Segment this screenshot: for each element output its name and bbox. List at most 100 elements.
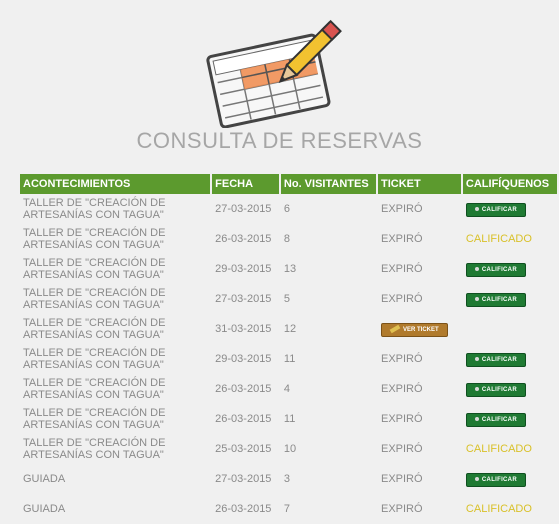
table-row: GUIADA 27-03-2015 3 EXPIRÓ CALIFICAR [20, 464, 557, 494]
spreadsheet-with-pencil-icon [206, 19, 342, 128]
rate-button[interactable]: CALIFICAR [465, 382, 526, 397]
rated-status: CALIFICADO [465, 503, 532, 515]
event-cell: GUIADA [23, 473, 66, 485]
rating-cell: CALIFICAR [463, 254, 557, 284]
visitors-cell: 7 [283, 503, 291, 515]
date-cell: 27-03-2015 [215, 293, 272, 305]
visitors-cell: 5 [283, 293, 291, 305]
event-cell: TALLER DE "CREACIÓN DE ARTESANÍAS CON TA… [23, 377, 166, 401]
ticket-status: EXPIRÓ [380, 233, 423, 245]
rate-button[interactable]: CALIFICAR [465, 202, 526, 217]
view-ticket-label: VER TICKET [402, 326, 439, 333]
visitors-cell: 8 [283, 233, 291, 245]
rating-cell: CALIFICAR [463, 344, 557, 374]
ticket-status: EXPIRÓ [380, 263, 423, 275]
date-cell: 31-03-2015 [215, 323, 272, 335]
rating-cell: CALIFICAR [463, 404, 557, 434]
event-cell: TALLER DE "CREACIÓN DE ARTESANÍAS CON TA… [23, 317, 166, 341]
table-row: GUIADA 26-03-2015 7 EXPIRÓ CALIFICADO [20, 494, 557, 524]
table-row: TALLER DE "CREACIÓN DE ARTESANÍAS CON TA… [20, 194, 557, 224]
event-cell: TALLER DE "CREACIÓN DE ARTESANÍAS CON TA… [23, 347, 166, 371]
event-cell: GUIADA [23, 503, 66, 515]
rated-status: CALIFICADO [465, 443, 532, 455]
rating-cell: CALIFICADO [463, 434, 557, 464]
rate-button-label: CALIFICAR [481, 296, 517, 303]
visitors-cell: 3 [283, 473, 291, 485]
rate-button[interactable]: CALIFICAR [465, 262, 526, 277]
rate-button[interactable]: CALIFICAR [465, 472, 526, 487]
rating-cell: CALIFICAR [463, 284, 557, 314]
page: CONSULTA DE RESERVAS ACONTECIMIENTOS FEC… [0, 0, 559, 515]
rate-button-label: CALIFICAR [481, 386, 517, 393]
visitors-cell: 10 [283, 443, 297, 455]
event-cell: TALLER DE "CREACIÓN DE ARTESANÍAS CON TA… [23, 287, 166, 311]
ticket-status: EXPIRÓ [380, 503, 423, 515]
event-cell: TALLER DE "CREACIÓN DE ARTESANÍAS CON TA… [23, 227, 166, 251]
ticket-cell: EXPIRÓ [378, 344, 461, 374]
ticket-cell: VER TICKET [378, 314, 461, 344]
rated-status: CALIFICADO [465, 233, 532, 245]
table-row: TALLER DE "CREACIÓN DE ARTESANÍAS CON TA… [20, 344, 557, 374]
ticket-cell: EXPIRÓ [378, 284, 461, 314]
table-row: TALLER DE "CREACIÓN DE ARTESANÍAS CON TA… [20, 434, 557, 464]
date-cell: 26-03-2015 [215, 233, 272, 245]
ticket-status: EXPIRÓ [380, 443, 423, 455]
rate-dot-icon [474, 296, 479, 301]
ticket-cell: EXPIRÓ [378, 494, 461, 524]
rate-button[interactable]: CALIFICAR [465, 292, 526, 307]
ticket-cell: EXPIRÓ [378, 194, 461, 224]
ticket-cell: EXPIRÓ [378, 374, 461, 404]
reservations-table: ACONTECIMIENTOS FECHA No. VISITANTES TIC… [18, 174, 559, 524]
visitors-cell: 12 [283, 323, 297, 335]
date-cell: 26-03-2015 [215, 413, 272, 425]
ticket-cell: EXPIRÓ [378, 434, 461, 464]
column-header-visitors: No. VISITANTES [280, 174, 376, 194]
rate-button[interactable]: CALIFICAR [465, 412, 526, 427]
rating-cell: CALIFICADO [463, 224, 557, 254]
ticket-status: EXPIRÓ [380, 473, 423, 485]
event-cell: TALLER DE "CREACIÓN DE ARTESANÍAS CON TA… [23, 257, 166, 281]
date-cell: 26-03-2015 [215, 503, 272, 515]
rate-button[interactable]: CALIFICAR [465, 352, 526, 367]
table-row: TALLER DE "CREACIÓN DE ARTESANÍAS CON TA… [20, 314, 557, 344]
table-row: TALLER DE "CREACIÓN DE ARTESANÍAS CON TA… [20, 284, 557, 314]
pencil-icon [389, 324, 401, 334]
rate-button-label: CALIFICAR [481, 206, 517, 213]
rate-dot-icon [474, 206, 479, 211]
view-ticket-button[interactable]: VER TICKET [380, 322, 448, 337]
date-cell: 29-03-2015 [215, 353, 272, 365]
date-cell: 27-03-2015 [215, 473, 272, 485]
date-cell: 29-03-2015 [215, 263, 272, 275]
rating-cell: CALIFICADO [463, 494, 557, 524]
rate-button-label: CALIFICAR [481, 476, 517, 483]
visitors-cell: 11 [283, 413, 296, 425]
visitors-cell: 13 [283, 263, 297, 275]
column-header-ticket: TICKET [377, 174, 461, 194]
ticket-status: EXPIRÓ [380, 293, 423, 305]
visitors-cell: 4 [283, 383, 291, 395]
date-cell: 27-03-2015 [215, 203, 272, 215]
ticket-status: EXPIRÓ [380, 203, 423, 215]
column-header-date: FECHA [212, 174, 279, 194]
rate-dot-icon [474, 356, 479, 361]
ticket-cell: EXPIRÓ [378, 224, 461, 254]
visitors-cell: 6 [283, 203, 291, 215]
table-row: TALLER DE "CREACIÓN DE ARTESANÍAS CON TA… [20, 404, 557, 434]
rate-button-label: CALIFICAR [481, 266, 517, 273]
ticket-status: EXPIRÓ [380, 413, 423, 425]
table-row: TALLER DE "CREACIÓN DE ARTESANÍAS CON TA… [20, 254, 557, 284]
ticket-status: EXPIRÓ [380, 353, 423, 365]
ticket-cell: EXPIRÓ [378, 404, 461, 434]
rate-dot-icon [474, 416, 479, 421]
ticket-cell: EXPIRÓ [378, 464, 461, 494]
table-row: TALLER DE "CREACIÓN DE ARTESANÍAS CON TA… [20, 224, 557, 254]
event-cell: TALLER DE "CREACIÓN DE ARTESANÍAS CON TA… [23, 197, 166, 221]
date-cell: 26-03-2015 [215, 383, 272, 395]
column-header-rating: CALIFÍQUENOS [462, 174, 557, 194]
rating-cell: CALIFICAR [463, 464, 557, 494]
rate-dot-icon [474, 476, 479, 481]
rate-dot-icon [474, 266, 479, 271]
rate-dot-icon [474, 386, 479, 391]
ticket-status: EXPIRÓ [380, 383, 423, 395]
visitors-cell: 11 [283, 353, 296, 365]
